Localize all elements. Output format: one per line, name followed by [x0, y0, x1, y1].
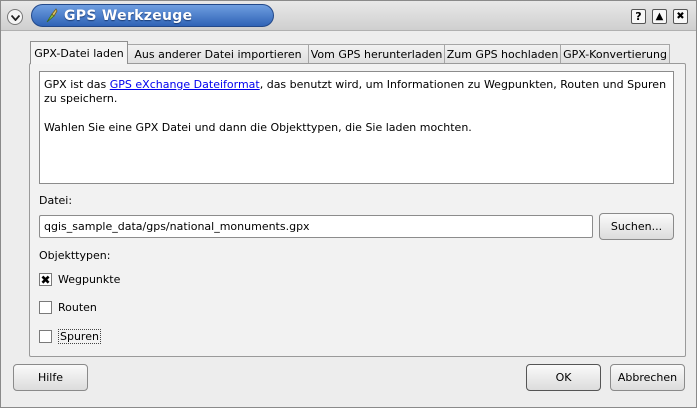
routes-label: Routen: [58, 301, 97, 314]
info-text-box: GPX ist das GPS eXchange Dateiformat, da…: [39, 71, 674, 184]
help-button[interactable]: ?: [631, 9, 646, 24]
tab-label: GPX-Datei laden: [34, 46, 124, 60]
ok-button[interactable]: OK: [526, 364, 601, 391]
help-dialog-button[interactable]: Hilfe: [13, 364, 88, 391]
tracks-checkbox-row[interactable]: Spuren: [39, 329, 101, 344]
gps-tools-dialog: GPS Werkzeuge ? ▲ ✖ GPX-Datei laden Aus …: [0, 0, 697, 408]
info-line-2: Wahlen Sie eine GPX Datei und dann die O…: [44, 121, 472, 134]
close-icon: ✖: [676, 11, 685, 22]
tab-label: Vom GPS herunterladen: [310, 48, 443, 61]
info-line-1: GPX ist das GPS eXchange Dateiformat, da…: [44, 78, 667, 105]
tracks-label: Spuren: [58, 329, 101, 344]
feature-types-label: Objekttypen:: [39, 249, 111, 262]
tab-label: GPX-Konvertierung: [563, 48, 667, 61]
routes-checkbox[interactable]: [39, 301, 52, 314]
cancel-button[interactable]: Abbrechen: [610, 364, 685, 391]
waypoints-label: Wegpunkte: [58, 273, 121, 286]
close-button[interactable]: ✖: [673, 9, 688, 24]
title-pill: GPS Werkzeuge: [31, 4, 274, 27]
gps-tools-icon: [44, 8, 60, 24]
tab-gpx-conversion[interactable]: GPX-Konvertierung: [560, 44, 670, 64]
help-icon: ?: [635, 10, 642, 23]
tab-import-other[interactable]: Aus anderer Datei importieren: [127, 44, 309, 64]
shade-icon: ▲: [655, 11, 664, 22]
browse-button[interactable]: Suchen...: [599, 213, 674, 240]
window-title: GPS Werkzeuge: [64, 7, 193, 24]
tab-bar: GPX-Datei laden Aus anderer Datei import…: [30, 41, 670, 64]
window-menu-button[interactable]: [7, 9, 23, 25]
routes-checkbox-row[interactable]: Routen: [39, 301, 97, 314]
waypoints-checkbox-row[interactable]: ✖ Wegpunkte: [39, 273, 120, 286]
file-path-input[interactable]: [39, 215, 593, 238]
waypoints-checkbox[interactable]: ✖: [39, 273, 52, 286]
shade-button[interactable]: ▲: [652, 9, 667, 24]
tab-label: Aus anderer Datei importieren: [134, 48, 302, 61]
tab-download-gps[interactable]: Vom GPS herunterladen: [308, 44, 445, 64]
file-label: Datei:: [39, 194, 73, 207]
tab-upload-gps[interactable]: Zum GPS hochladen: [444, 44, 561, 64]
tracks-checkbox[interactable]: [39, 330, 52, 343]
title-bar[interactable]: GPS Werkzeuge ? ▲ ✖: [1, 1, 696, 31]
chevron-down-icon: [10, 11, 20, 24]
gpx-format-link[interactable]: GPS eXchange Dateiformat: [110, 78, 260, 91]
tab-gpx-load[interactable]: GPX-Datei laden: [30, 41, 128, 64]
tab-label: Zum GPS hochladen: [446, 48, 559, 61]
